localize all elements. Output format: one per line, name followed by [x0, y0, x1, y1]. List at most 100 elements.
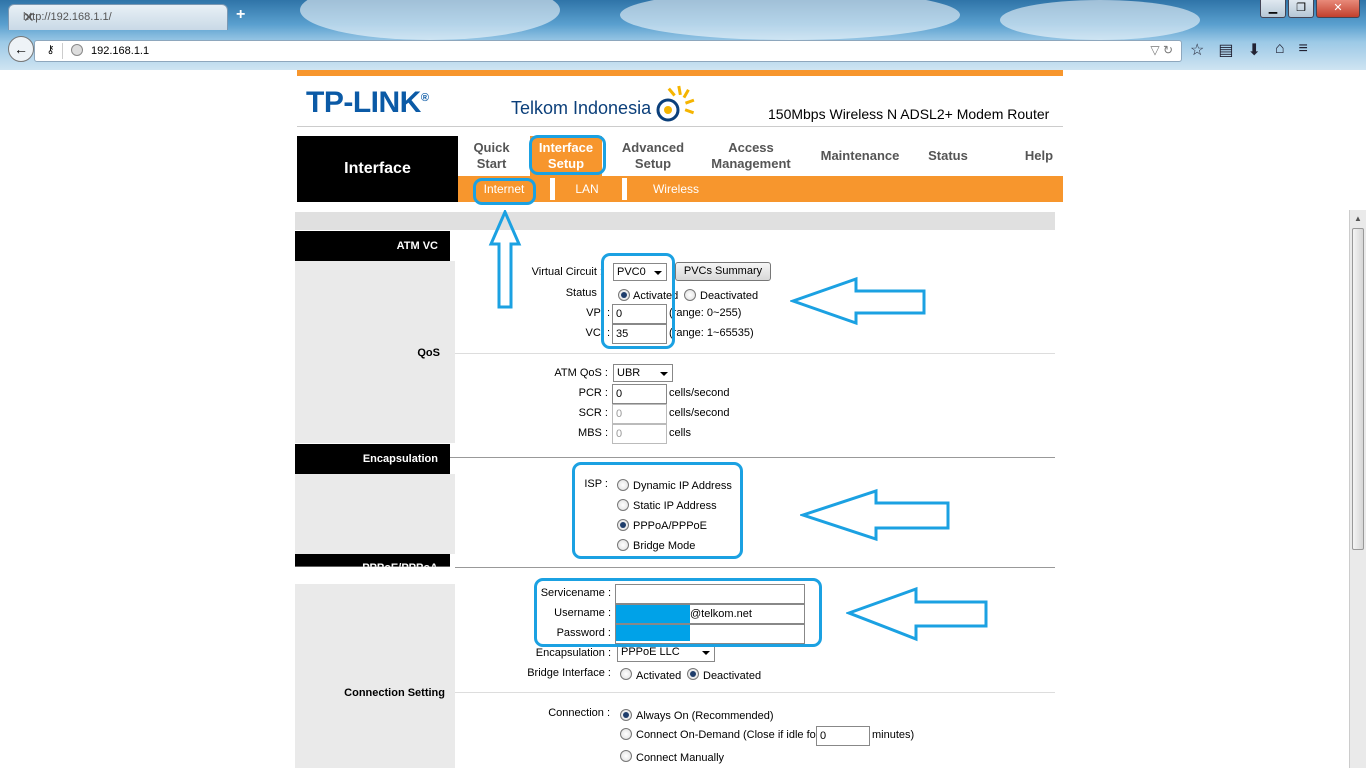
mbs-unit: cells [669, 427, 692, 439]
chevron-down-icon [702, 651, 710, 655]
partner-name: Telkom Indonesia [511, 98, 652, 118]
menu-icon[interactable]: ≡ [1299, 40, 1308, 60]
scroll-up-icon[interactable]: ▲ [1354, 214, 1362, 223]
annotation-ring-isp [572, 462, 743, 559]
url-text: 192.168.1.1 [91, 45, 150, 57]
nav-status[interactable]: Status [918, 136, 978, 176]
router-page: TP-LINK® Telkom Indonesia 150Mbps Wirele… [0, 70, 1366, 768]
restore-button[interactable]: ❐ [1288, 0, 1314, 18]
connection-setting-label: Connection Setting [344, 687, 445, 699]
address-bar[interactable]: ⚷ 192.168.1.1 ▽ ↻ [34, 40, 1182, 62]
scr-label: SCR : [578, 407, 608, 419]
always-on-label: Always On (Recommended) [636, 710, 774, 722]
vpi-label: VPI : [586, 307, 610, 319]
annotation-arrow-left-icon [846, 586, 988, 642]
section-pppoe: PPPoE/PPPoA [295, 554, 450, 567]
scroll-thumb[interactable] [1352, 228, 1364, 550]
bridge-activated-label: Activated [636, 670, 682, 682]
reader-icon[interactable]: ▤ [1218, 40, 1233, 60]
status-label: Status : [565, 287, 603, 299]
browser-tools: ☆ ▤ ⬇ ⌂ ≡ [1190, 40, 1308, 60]
atm-qos-label: ATM QoS : [554, 367, 608, 379]
mbs-input[interactable]: 0 [612, 424, 667, 444]
connection-label: Connection : [548, 707, 610, 719]
subnav-divider [622, 178, 627, 200]
nav-help[interactable]: Help [1014, 136, 1064, 176]
minutes-label: minutes) [872, 729, 915, 741]
close-window-button[interactable]: ✕ [1316, 0, 1360, 18]
divider [455, 353, 1055, 354]
model-name: 150Mbps Wireless N ADSL2+ Modem Router [768, 106, 1050, 122]
telkom-logo-icon [656, 85, 695, 122]
browser-chrome: http://192.168.1.1/ ✕ + ▁ ❐ ✕ ← ⚷ 192.16… [0, 0, 1366, 70]
mbs-label: MBS : [578, 427, 608, 439]
vci-label: VCI : [585, 327, 610, 339]
header-divider [297, 126, 1063, 127]
status-deactivated-label: Deactivated [700, 290, 759, 302]
browser-toolbar: ← ⚷ 192.168.1.1 ▽ ↻ ☆ ▤ ⬇ ⌂ ≡ [0, 32, 1366, 70]
close-tab-icon[interactable]: ✕ [23, 9, 217, 26]
qos-section-label: QoS [417, 347, 440, 359]
nav-quick-start[interactable]: Quick Start [458, 136, 525, 176]
vertical-scrollbar[interactable]: ▲ [1349, 210, 1366, 768]
annotation-ring-credentials [534, 578, 822, 647]
globe-icon [71, 44, 83, 56]
pvcs-summary-button[interactable]: PVCs Summary [675, 262, 771, 281]
divider [450, 457, 1055, 458]
content-top-bar [295, 212, 1055, 230]
subnav-divider [550, 178, 555, 200]
sub-nav: Internet LAN Wireless [458, 176, 1063, 202]
chevron-down-icon [660, 372, 668, 376]
annotation-ring-internet [473, 178, 536, 205]
bridge-interface-label: Bridge Interface : [527, 667, 611, 679]
on-demand-label: Connect On-Demand (Close if idle for [636, 729, 820, 741]
history-dropdown-icon[interactable]: ▽ ↻ [1150, 43, 1173, 57]
status-deactivated-radio[interactable] [684, 289, 696, 301]
bridge-deactivated-radio[interactable] [687, 668, 699, 680]
new-tab-button[interactable]: + [236, 6, 245, 24]
idle-minutes-input[interactable]: 0 [816, 726, 870, 746]
annotation-ring-interface-setup [529, 135, 606, 175]
nav-maintenance[interactable]: Maintenance [810, 136, 910, 176]
on-demand-radio[interactable] [620, 728, 632, 740]
always-on-radio[interactable] [620, 709, 632, 721]
back-button[interactable]: ← [8, 36, 34, 62]
manually-radio[interactable] [620, 750, 632, 762]
pcr-input[interactable]: 0 [612, 384, 667, 404]
vci-range: (range: 1~65535) [669, 327, 754, 339]
key-icon: ⚷ [39, 43, 63, 59]
annotation-ring-vpi-vci [601, 253, 675, 349]
bridge-deactivated-label: Deactivated [703, 670, 762, 682]
nav-access-management[interactable]: Access Management [702, 136, 800, 176]
section-label: Interface [297, 136, 458, 202]
pcr-unit: cells/second [669, 387, 730, 399]
window-controls: ▁ ❐ ✕ [1260, 0, 1360, 18]
section-encapsulation: Encapsulation [295, 444, 450, 474]
divider [455, 692, 1055, 693]
subnav-wireless[interactable]: Wireless [638, 176, 714, 202]
vpi-range: (range: 0~255) [669, 307, 742, 319]
scr-input[interactable]: 0 [612, 404, 667, 424]
subnav-lan[interactable]: LAN [562, 176, 612, 202]
nav-advanced-setup[interactable]: Advanced Setup [610, 136, 696, 176]
annotation-arrow-left-icon [790, 276, 926, 326]
pcr-label: PCR : [578, 387, 608, 399]
bookmark-star-icon[interactable]: ☆ [1190, 40, 1204, 60]
section-atm-vc: ATM VC [295, 231, 450, 261]
download-icon[interactable]: ⬇ [1247, 40, 1260, 60]
annotation-arrow-up-icon [488, 210, 522, 309]
browser-tab[interactable]: http://192.168.1.1/ ✕ [8, 4, 228, 30]
encapsulation-label: Encapsulation : [535, 647, 611, 659]
divider [455, 567, 1055, 568]
header-stripe [297, 70, 1063, 76]
home-icon[interactable]: ⌂ [1275, 40, 1285, 60]
tplink-logo: TP-LINK® [306, 86, 429, 119]
bridge-activated-radio[interactable] [620, 668, 632, 680]
annotation-arrow-left-icon [800, 488, 950, 542]
left-column-encap [295, 474, 455, 554]
atm-qos-select[interactable]: UBR [613, 364, 673, 382]
left-column-connection [295, 584, 455, 768]
manually-label: Connect Manually [636, 752, 725, 764]
scr-unit: cells/second [669, 407, 730, 419]
minimize-button[interactable]: ▁ [1260, 0, 1286, 18]
